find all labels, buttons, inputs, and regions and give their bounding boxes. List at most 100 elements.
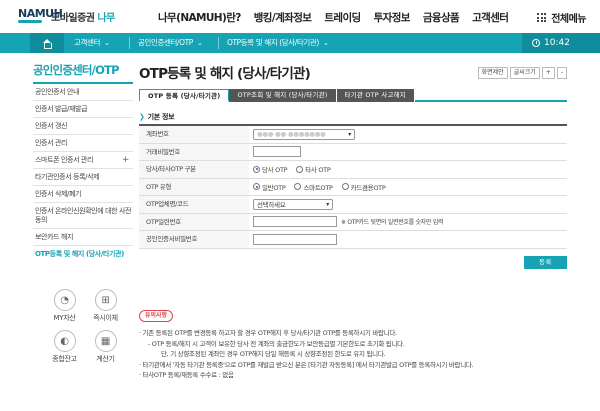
section-title: ❯ 기본 정보 xyxy=(139,113,175,121)
tab-otp-inquiry[interactable]: OTP조회 및 해지 (당사/타기관) xyxy=(229,89,337,102)
form-row-company: OTP업체명/코드 선택하세요 ▾ xyxy=(139,196,567,214)
notice-badge: 유의사항 xyxy=(139,310,174,322)
otp-type-label: 당사/타사OTP 구분 xyxy=(139,161,249,178)
serial-label: OTP일련번호 xyxy=(139,213,249,230)
bullet-icon: ❯ xyxy=(139,113,145,121)
gnb-item-research[interactable]: 투자정보 xyxy=(374,10,411,25)
otp-serial-input[interactable] xyxy=(253,216,337,228)
sidebar-item-cert-delete[interactable]: 인증서 삭제/폐기 xyxy=(33,186,133,203)
font-increase-button[interactable]: + xyxy=(541,67,555,79)
all-menu-button[interactable]: 전체메뉴 xyxy=(537,10,586,25)
notice-line: · 기존 등록된 OTP를 변경등록 하고자 할 경우 OTP해지 후 당사/타… xyxy=(139,329,397,337)
radio-dot xyxy=(253,165,260,173)
account-select[interactable]: ●●●-●●-●●●●●●● ▾ xyxy=(253,128,355,140)
top-header: NAMUH 모바일증권 나무 나무(NAMUH)란? 뱅킹/계좌정보 트레이딩 … xyxy=(0,0,600,33)
clock-icon xyxy=(532,39,540,47)
sidebar-item-cert-renew[interactable]: 인증서 갱신 xyxy=(33,118,133,135)
radio-our-otp[interactable]: 당사 OTP xyxy=(253,164,288,174)
logo[interactable]: NAMUH 모바일증권 나무 xyxy=(18,5,115,27)
font-decrease-button[interactable]: - xyxy=(556,67,567,79)
expand-plus-icon[interactable]: + xyxy=(122,155,130,166)
transfer-icon: ⊞ xyxy=(94,289,117,311)
chevron-down-icon: ⌄ xyxy=(196,39,203,47)
otp-kind-label: OTP 유형 xyxy=(139,178,249,195)
page-tools: 화면제안 글씨크기 + - xyxy=(477,67,567,79)
password-label: 거래비밀번호 xyxy=(139,143,249,160)
chevron-down-icon: ▾ xyxy=(326,200,329,208)
home-icon xyxy=(42,38,52,49)
cert-password-label: 공인인증서비밀번호 xyxy=(139,231,249,248)
breadcrumb-item-support[interactable]: 고객센터 ⌄ xyxy=(74,33,110,53)
radio-general-otp[interactable]: 일반OTP xyxy=(253,182,286,192)
session-timer[interactable]: 10:42 xyxy=(522,33,600,53)
notice-line: · 타사OTP 등록/재등록 수수료 : 없음 xyxy=(139,371,234,379)
sidebar-item-other-cert[interactable]: 타기관인증서 등록/삭제 xyxy=(33,169,133,186)
suggest-button[interactable]: 화면제안 xyxy=(477,67,508,79)
grid-menu-icon xyxy=(537,13,547,22)
quick-my-assets[interactable]: ◔ MY자산 xyxy=(44,289,85,327)
font-size-label: 글씨크기 xyxy=(509,67,540,79)
sidebar-item-security-card[interactable]: 보안카드 해지 xyxy=(33,229,133,246)
radio-dot xyxy=(294,183,302,191)
chevron-down-icon: ▾ xyxy=(348,130,351,138)
register-button[interactable]: 등록 xyxy=(524,256,567,269)
tab-otp-register[interactable]: OTP 등록 (당사/타기관) xyxy=(139,89,230,102)
tab-bar: OTP 등록 (당사/타기관) OTP조회 및 해지 (당사/타기관) 타기관 … xyxy=(139,89,567,102)
sidebar-item-smartphone-cert[interactable]: 스마트폰 인증서 관리 + xyxy=(33,152,133,169)
tab-otp-accident[interactable]: 타기관 OTP 사고해지 xyxy=(336,89,415,102)
chevron-down-icon: ⌄ xyxy=(322,39,329,47)
form-row-password: 거래비밀번호 xyxy=(139,143,567,161)
logo-mark-text: NAMUH xyxy=(18,7,63,20)
notice-line: 단, 기 상향조정된 계좌인 경우 OTP해지 당일 해등록 시 상향조정된 한… xyxy=(161,350,386,358)
trade-password-input[interactable] xyxy=(253,146,301,158)
home-button[interactable] xyxy=(30,33,64,53)
gnb-item-banking[interactable]: 뱅킹/계좌정보 xyxy=(254,10,312,25)
company-label: OTP업체명/코드 xyxy=(139,196,249,213)
radio-smart-otp[interactable]: 스마트OTP xyxy=(294,182,333,192)
cert-password-input[interactable] xyxy=(253,233,337,245)
quick-transfer[interactable]: ⊞ 즉시이체 xyxy=(85,289,126,327)
account-label: 계좌번호 xyxy=(139,126,249,143)
quick-calculator[interactable]: ▦ 계산기 xyxy=(85,330,126,368)
gnb-item-support[interactable]: 고객센터 xyxy=(472,10,509,25)
sidebar-item-cert-manage[interactable]: 인증서 관리 xyxy=(33,135,133,152)
form-row-account: 계좌번호 ●●●-●●-●●●●●●● ▾ xyxy=(139,126,567,144)
sidebar: 공인인증센터/OTP 공인인증서 안내 인증서 발급/재발급 인증서 갱신 인증… xyxy=(33,62,133,263)
serial-note: ※ OTP카드 뒷면의 일련번호를 숫자만 입력 xyxy=(341,219,444,227)
global-nav: 나무(NAMUH)란? 뱅킹/계좌정보 트레이딩 투자정보 금융상품 고객센터 xyxy=(158,10,521,25)
sidebar-item-cert-guide[interactable]: 공인인증서 안내 xyxy=(33,84,133,101)
notice-list: · 기존 등록된 OTP를 변경등록 하고자 할 경우 OTP해지 후 당사/타… xyxy=(139,328,579,381)
radio-other-otp[interactable]: 타사 OTP xyxy=(296,164,331,174)
form-row-otp-type: 당사/타사OTP 구분 당사 OTP 타사 OTP xyxy=(139,161,567,179)
quick-balance[interactable]: ◐ 종합잔고 xyxy=(44,330,85,368)
gnb-item-products[interactable]: 금융상품 xyxy=(423,10,460,25)
notice-line: · 타기관에서 '자동 타기관 등록중'으로 OTP를 재발급 받으신 분은 [… xyxy=(139,360,474,369)
all-menu-label: 전체메뉴 xyxy=(551,14,586,25)
breadcrumb: 고객센터 ⌄ 공인인증센터/OTP ⌄ OTP등록 및 해지 (당사/타기관) ⌄ 1… xyxy=(0,33,600,53)
form-row-otp-kind: OTP 유형 일반OTP 스마트OTP 카드겸용OTP xyxy=(139,178,567,196)
gnb-item-about[interactable]: 나무(NAMUH)란? xyxy=(158,10,241,25)
balance-icon: ◐ xyxy=(53,330,76,352)
sidebar-title: 공인인증센터/OTP xyxy=(33,62,133,84)
sidebar-item-cert-issue[interactable]: 인증서 발급/재발급 xyxy=(33,101,133,118)
radio-dot xyxy=(296,165,304,173)
radio-card-otp[interactable]: 카드겸용OTP xyxy=(341,182,386,192)
notice-line: - OTP 등록/해지 시 고객이 보유한 당사 전 계좌의 출금한도가 보안등… xyxy=(148,339,405,348)
form-row-cert-password: 공인인증서비밀번호 xyxy=(139,231,567,249)
otp-form: 계좌번호 ●●●-●●-●●●●●●● ▾ 거래비밀번호 당사/타사OTP 구분 … xyxy=(139,124,567,249)
breadcrumb-item-otp[interactable]: OTP등록 및 해지 (당사/타기관) ⌄ xyxy=(227,33,329,53)
sidebar-item-online-consent[interactable]: 인증서 온라인신원확인에 대한 사전동의 xyxy=(33,203,133,229)
otp-company-select[interactable]: 선택하세요 ▾ xyxy=(253,198,333,210)
radio-dot xyxy=(253,183,260,191)
calculator-icon: ▦ xyxy=(94,330,117,352)
sidebar-item-otp[interactable]: OTP등록 및 해지 (당사/타기관) xyxy=(33,246,133,263)
form-row-serial: OTP일련번호 ※ OTP카드 뒷면의 일련번호를 숫자만 입력 xyxy=(139,213,567,231)
gnb-item-trading[interactable]: 트레이딩 xyxy=(324,10,361,25)
session-time: 10:42 xyxy=(544,38,570,48)
pie-chart-icon: ◔ xyxy=(53,289,76,311)
namuh-logo-icon: NAMUH xyxy=(18,5,63,27)
breadcrumb-item-cert-center[interactable]: 공인인증센터/OTP ⌄ xyxy=(138,33,203,53)
main-content: OTP등록 및 해지 (당사/타기관) 화면제안 글씨크기 + - OTP 등록… xyxy=(139,62,567,269)
chevron-down-icon: ⌄ xyxy=(104,39,110,47)
radio-dot xyxy=(341,183,349,191)
